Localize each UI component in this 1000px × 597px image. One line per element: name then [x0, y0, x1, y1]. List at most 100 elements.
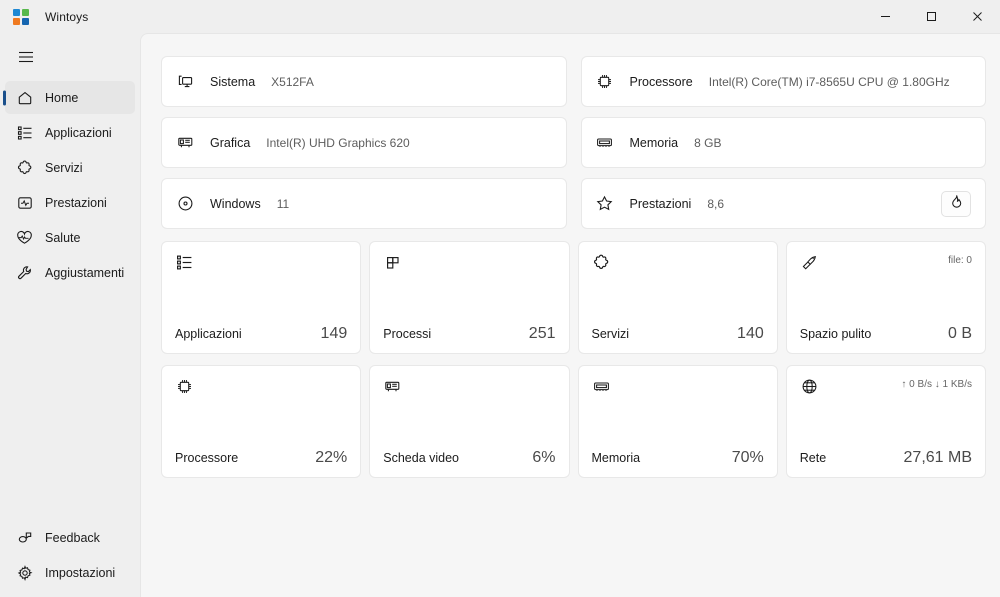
- sidebar: Home Applicazioni Servizi Prestazioni Sa…: [0, 33, 140, 597]
- tile-label: Memoria: [591, 451, 641, 465]
- stats-tile-grid: Applicazioni 149 Processi 251 Servizi 14…: [161, 241, 986, 478]
- sidebar-item-prestazioni[interactable]: Prestazioni: [5, 186, 135, 219]
- tile-rete[interactable]: ↑ 0 B/s ↓ 1 KB/s Rete 27,61 MB: [785, 365, 986, 478]
- info-card-memoria[interactable]: Memoria 8 GB: [580, 117, 986, 168]
- tile-value: 70%: [731, 449, 764, 466]
- wrench-icon: [16, 264, 33, 281]
- tile-processi[interactable]: Processi 251: [369, 241, 570, 354]
- tile-footer: Memoria 70%: [592, 449, 764, 467]
- sidebar-item-servizi[interactable]: Servizi: [5, 151, 135, 184]
- puzzle-icon: [592, 253, 611, 272]
- tile-label: Servizi: [591, 327, 630, 341]
- maximize-button[interactable]: [908, 0, 954, 33]
- processes-icon: [383, 253, 402, 272]
- ram-icon: [596, 134, 614, 152]
- title-bar: Wintoys: [0, 0, 1000, 33]
- tile-label: Scheda video: [383, 451, 460, 465]
- tile-label: Applicazioni: [175, 327, 242, 341]
- tile-value: 22%: [315, 449, 348, 466]
- sidebar-item-salute[interactable]: Salute: [5, 221, 135, 254]
- tile-header: [175, 377, 347, 396]
- window-body: Home Applicazioni Servizi Prestazioni Sa…: [0, 33, 1000, 597]
- puzzle-icon: [16, 159, 33, 176]
- info-card-label: Prestazioni: [629, 196, 692, 211]
- home-icon: [16, 89, 33, 106]
- info-card-windows[interactable]: Windows 11: [161, 178, 567, 229]
- sidebar-item-label: Servizi: [45, 160, 83, 175]
- tile-sub: file: 0: [948, 255, 972, 266]
- boost-performance-button[interactable]: [941, 190, 971, 217]
- tile-applicazioni[interactable]: Applicazioni 149: [161, 241, 362, 354]
- info-card-sistema[interactable]: Sistema X512FA: [161, 56, 567, 107]
- tile-sub: ↑ 0 B/s ↓ 1 KB/s: [901, 379, 972, 390]
- info-card-label: Windows: [210, 196, 261, 211]
- device-icon: [176, 73, 194, 91]
- heart-pulse-icon: [16, 229, 33, 246]
- sidebar-nav: Home Applicazioni Servizi Prestazioni Sa…: [0, 79, 140, 291]
- sidebar-item-label: Feedback: [45, 530, 100, 545]
- sidebar-item-aggiustamenti[interactable]: Aggiustamenti: [5, 256, 135, 289]
- minimize-button[interactable]: [862, 0, 908, 33]
- tile-footer: Processore 22%: [175, 449, 347, 467]
- tile-footer: Spazio pulito 0 B: [800, 325, 972, 343]
- tile-footer: Rete 27,61 MB: [800, 449, 972, 467]
- tile-header: file: 0: [800, 253, 972, 272]
- tile-value: 251: [528, 325, 556, 342]
- tile-value: 140: [737, 325, 764, 342]
- tile-value: 149: [320, 325, 348, 342]
- tile-label: Spazio pulito: [799, 327, 872, 341]
- star-icon: [596, 195, 614, 213]
- info-card-prestazioni[interactable]: Prestazioni 8,6: [580, 178, 986, 229]
- sidebar-item-feedback[interactable]: Feedback: [5, 521, 135, 554]
- tile-spazio-pulito[interactable]: file: 0 Spazio pulito 0 B: [785, 241, 986, 354]
- info-card-value: Intel(R) UHD Graphics 620: [266, 135, 410, 150]
- info-card-label: Processore: [629, 74, 693, 89]
- tile-value: 0 B: [947, 325, 972, 342]
- tile-header: ↑ 0 B/s ↓ 1 KB/s: [800, 377, 972, 396]
- disc-icon: [176, 195, 194, 213]
- sidebar-item-label: Prestazioni: [45, 195, 107, 210]
- tile-memoria[interactable]: Memoria 70%: [577, 365, 778, 478]
- info-card-value: X512FA: [271, 74, 314, 89]
- tile-footer: Applicazioni 149: [175, 325, 347, 343]
- sidebar-item-impostazioni[interactable]: Impostazioni: [5, 556, 135, 589]
- tile-label: Rete: [799, 451, 827, 465]
- sidebar-item-label: Aggiustamenti: [45, 265, 125, 280]
- info-card-value: Intel(R) Core(TM) i7-8565U CPU @ 1.80GHz: [708, 74, 950, 89]
- tile-header: [383, 253, 555, 272]
- flame-icon: [949, 194, 963, 213]
- info-card-value: 8,6: [707, 196, 725, 211]
- tile-servizi[interactable]: Servizi 140: [577, 241, 778, 354]
- tile-header: [592, 377, 764, 396]
- tile-header: [592, 253, 764, 272]
- info-card-value: 8 GB: [694, 135, 722, 150]
- system-info-grid: Sistema X512FA Processore Intel(R) Core(…: [161, 56, 986, 229]
- sidebar-item-label: Salute: [45, 230, 81, 245]
- tile-footer: Scheda video 6%: [383, 449, 555, 467]
- wintoys-logo-icon: [13, 8, 29, 25]
- close-button[interactable]: [954, 0, 1000, 33]
- list-icon: [16, 124, 33, 141]
- info-card-processore[interactable]: Processore Intel(R) Core(TM) i7-8565U CP…: [580, 56, 986, 107]
- hamburger-icon[interactable]: [6, 39, 46, 75]
- broom-icon: [800, 253, 819, 272]
- gpu-icon: [383, 377, 402, 396]
- list-icon: [175, 253, 194, 272]
- globe-icon: [800, 377, 819, 396]
- info-card-grafica[interactable]: Grafica Intel(R) UHD Graphics 620: [161, 117, 567, 168]
- tile-label: Processi: [383, 327, 432, 341]
- sidebar-item-home[interactable]: Home: [5, 81, 135, 114]
- info-card-label: Memoria: [629, 135, 679, 150]
- tile-value: 6%: [532, 449, 556, 466]
- info-card-label: Grafica: [210, 135, 251, 150]
- gpu-icon: [176, 134, 194, 152]
- cpu-icon: [596, 73, 614, 91]
- cpu-icon: [175, 377, 194, 396]
- sidebar-item-applicazioni[interactable]: Applicazioni: [5, 116, 135, 149]
- sidebar-item-label: Home: [45, 90, 79, 105]
- sidebar-bottom-nav: Feedback Impostazioni: [0, 519, 140, 597]
- tile-scheda-video[interactable]: Scheda video 6%: [369, 365, 570, 478]
- tile-processore[interactable]: Processore 22%: [161, 365, 362, 478]
- window-title: Wintoys: [45, 9, 89, 24]
- wintoys-window: Wintoys Home Applicazioni Servizi Presta…: [0, 0, 1000, 597]
